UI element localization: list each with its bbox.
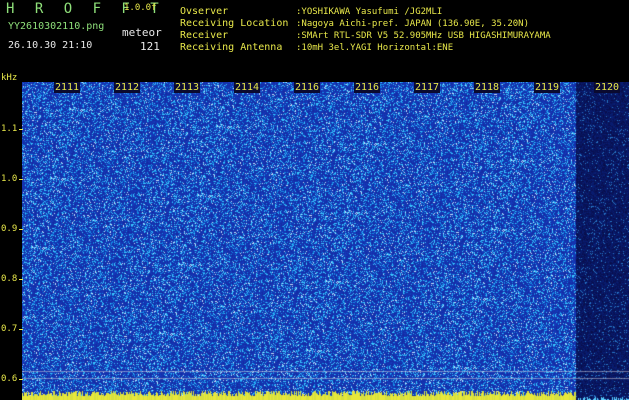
info-value-antenna: :10mH 3el.YAGI Horizontal:ENE xyxy=(296,43,454,53)
detection-count: 121 xyxy=(140,40,160,53)
x-tick-label: 2116 xyxy=(354,82,381,93)
y-tick-label: 0.6 xyxy=(1,374,18,384)
info-value-observer: :YOSHIKAWA Yasufumi /JG2MLI xyxy=(296,7,443,17)
hroft-window: H R O F F T 1.0.0f YY2610302110.png mete… xyxy=(0,0,629,400)
mode-label: meteor xyxy=(122,26,162,39)
y-tick-mark xyxy=(19,379,23,380)
info-label-observer: Ovserver xyxy=(180,6,229,17)
info-label-antenna: Receiving Antenna xyxy=(180,42,283,53)
x-tick-label: 2120 xyxy=(594,82,621,93)
x-tick-label: 2113 xyxy=(174,82,201,93)
datetime: 26.10.30 21:10 xyxy=(8,40,93,51)
info-label-location: Receiving Location xyxy=(180,18,289,29)
y-tick-label: 1.0 xyxy=(1,174,18,184)
y-tick-mark xyxy=(19,179,23,180)
y-tick-label: 0.9 xyxy=(1,224,18,234)
y-tick-mark xyxy=(19,229,23,230)
y-tick-mark xyxy=(19,329,23,330)
x-tick-label: 2119 xyxy=(534,82,561,93)
x-tick-label: 2117 xyxy=(414,82,441,93)
info-value-location: :Nagoya Aichi-pref. JAPAN (136.90E, 35.2… xyxy=(296,19,529,29)
x-tick-label: 2118 xyxy=(474,82,501,93)
x-tick-label: 2112 xyxy=(114,82,141,93)
app-version: 1.0.0f xyxy=(124,3,157,13)
y-tick-mark xyxy=(19,129,23,130)
y-axis-unit: kHz xyxy=(1,73,18,83)
spectrogram xyxy=(22,82,629,400)
y-tick-label: 1.1 xyxy=(1,124,18,134)
info-value-receiver: :SMArt RTL-SDR V5 52.905MHz USB HIGASHIM… xyxy=(296,31,551,41)
y-tick-label: 0.7 xyxy=(1,324,18,334)
x-tick-label: 2111 xyxy=(54,82,81,93)
file-name: YY2610302110.png xyxy=(8,21,105,32)
y-tick-mark xyxy=(19,279,23,280)
x-tick-label: 2114 xyxy=(234,82,261,93)
info-label-receiver: Receiver xyxy=(180,30,229,41)
x-tick-label: 2116 xyxy=(294,82,321,93)
y-tick-label: 0.8 xyxy=(1,274,18,284)
